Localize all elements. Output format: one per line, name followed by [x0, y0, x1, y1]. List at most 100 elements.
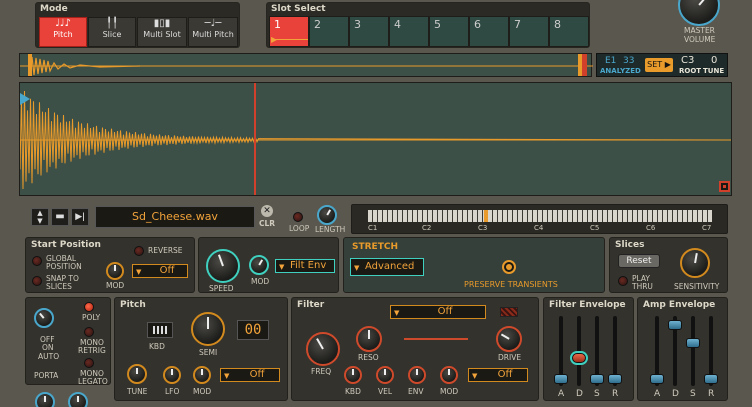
filter-env-s-slider[interactable]	[590, 374, 604, 384]
poly-led[interactable]	[84, 302, 94, 312]
waveform-display[interactable]	[19, 82, 732, 196]
filter-env-knob[interactable]	[408, 366, 426, 384]
slices-reset-button[interactable]: Reset	[618, 254, 660, 268]
slot-1-arrow-icon: ▶	[271, 35, 278, 44]
master-volume-knob[interactable]	[678, 0, 720, 26]
length-knob[interactable]	[317, 205, 337, 225]
mode-slice-button[interactable]: ╿╿ Slice	[88, 17, 136, 47]
snap-to-slices-led[interactable]	[32, 276, 42, 286]
tune-knob[interactable]	[127, 364, 147, 384]
slot-8[interactable]: 8	[549, 16, 589, 47]
filter-mod-knob[interactable]	[440, 366, 458, 384]
semi-value-display[interactable]: 00	[237, 320, 269, 340]
porta-time-knob[interactable]	[35, 392, 55, 407]
porta-amount-knob[interactable]	[68, 392, 88, 407]
filter-envelope-title: Filter Envelope	[549, 300, 626, 310]
slot-2[interactable]: 2	[309, 16, 349, 47]
amp-env-a-slider[interactable]	[650, 374, 664, 384]
amp-env-s-track[interactable]	[691, 316, 695, 386]
semi-knob[interactable]	[191, 312, 225, 346]
mode-multi-slot-label: Multi Slot	[143, 30, 181, 39]
slot-7[interactable]: 7	[509, 16, 549, 47]
filter-env-a-slider[interactable]	[554, 374, 568, 384]
loop-led[interactable]	[293, 212, 303, 222]
speed-mod-knob[interactable]	[249, 255, 269, 275]
root-note-value[interactable]: C3	[681, 55, 694, 66]
filter-mod-dropdown[interactable]: Off	[468, 368, 528, 382]
mono-legato-led[interactable]	[84, 358, 94, 368]
filter-reso-knob[interactable]	[356, 326, 382, 352]
slot-4[interactable]: 4	[389, 16, 429, 47]
slot-6[interactable]: 6	[469, 16, 509, 47]
speed-mod-label: MOD	[251, 277, 270, 286]
filter-reso-label: RESO	[358, 353, 379, 362]
stretch-mode-dropdown[interactable]: Advanced	[350, 258, 424, 276]
end-marker-icon[interactable]	[719, 181, 730, 192]
keyboard-keys[interactable]	[368, 210, 712, 222]
global-position-led[interactable]	[32, 256, 42, 266]
amp-env-r-slider[interactable]	[704, 374, 718, 384]
slices-title: Slices	[615, 240, 645, 250]
filter-env-s-label: S	[594, 389, 600, 399]
filter-env-d-slider[interactable]	[570, 351, 588, 365]
overview-end-marker-red[interactable]	[582, 54, 587, 76]
amp-env-s-slider[interactable]	[686, 338, 700, 348]
mode-multi-pitch-button[interactable]: ─♩─ Multi Pitch	[188, 17, 238, 47]
waveform-overview[interactable]	[19, 53, 593, 77]
pitch-lfo-knob[interactable]	[163, 366, 181, 384]
playhead-line[interactable]	[254, 83, 256, 195]
amp-env-d-slider[interactable]	[668, 320, 682, 330]
analyzed-label: ANALYZED	[600, 67, 641, 75]
slot-1[interactable]: 1 ▶	[269, 16, 309, 47]
filter-freq-knob[interactable]	[306, 332, 340, 366]
folder-icon[interactable]: ▬	[51, 208, 69, 226]
play-thru-label-2: THRU	[632, 282, 653, 291]
filter-env-a-label: A	[558, 389, 565, 399]
mode-multi-slot-button[interactable]: ▮▯▮ Multi Slot	[137, 17, 187, 47]
slot-5[interactable]: 5	[429, 16, 469, 47]
filter-env-r-slider[interactable]	[608, 374, 622, 384]
start-mod-dropdown[interactable]: Off	[132, 264, 188, 278]
porta-label: PORTA	[34, 371, 59, 380]
play-thru-led[interactable]	[618, 276, 628, 286]
tune-value[interactable]: 0	[711, 55, 717, 66]
amp-env-d-label: D	[672, 389, 679, 399]
start-mod-knob[interactable]	[106, 262, 124, 280]
mono-retrig-led[interactable]	[84, 327, 94, 337]
waveform-graph	[20, 90, 731, 190]
pitch-mod-dropdown[interactable]: Off	[220, 368, 280, 382]
speed-mod-dropdown[interactable]: Filt Env	[275, 259, 335, 273]
pitch-kbd-label: KBD	[149, 342, 165, 351]
mode-pitch-button[interactable]: ♩♩♪ Pitch	[39, 17, 87, 47]
keyboard-range[interactable]: C1 C2 C3 C4 C5 C6 C7	[351, 204, 728, 234]
file-name-field[interactable]: Sd_Cheese.wav	[95, 206, 255, 228]
reverse-led[interactable]	[134, 246, 144, 256]
filter-kbd-knob[interactable]	[344, 366, 362, 384]
clear-icon[interactable]: ✕	[261, 205, 273, 217]
analyzed-e1: E1	[605, 56, 617, 66]
speed-knob[interactable]	[206, 249, 240, 283]
start-marker-icon[interactable]	[20, 93, 30, 105]
filter-vel-knob[interactable]	[376, 366, 394, 384]
slot-2-label: 2	[314, 18, 321, 31]
sensitivity-knob[interactable]	[680, 248, 710, 278]
preserve-transients-toggle[interactable]	[502, 260, 516, 274]
notes-icon: ♩♩♪	[55, 18, 71, 29]
preserve-transients-label: PRESERVE TRANSIENTS	[464, 280, 558, 289]
filter-drive-knob[interactable]	[496, 326, 522, 352]
prev-next-button[interactable]: ▲ ▼	[31, 208, 49, 226]
overview-start-marker[interactable]	[28, 54, 32, 76]
waveform-browse-icon[interactable]: ▶ǀ	[71, 208, 89, 226]
filter-type-dropdown[interactable]: Off	[390, 305, 486, 319]
filter-env-d-label: D	[576, 389, 583, 399]
pitch-mod-knob[interactable]	[193, 366, 211, 384]
on-label: ON	[42, 343, 54, 352]
filter-title: Filter	[297, 300, 325, 310]
slot-3[interactable]: 3	[349, 16, 389, 47]
mode-slice-label: Slice	[102, 30, 122, 39]
stretch-panel: STRETCH Advanced PRESERVE TRANSIENTS	[343, 237, 605, 293]
filter-env-d-track[interactable]	[577, 316, 581, 386]
porta-mode-knob[interactable]	[34, 308, 54, 328]
set-button[interactable]: SET ▶	[645, 58, 673, 72]
pitch-kbd-button[interactable]	[147, 322, 173, 338]
